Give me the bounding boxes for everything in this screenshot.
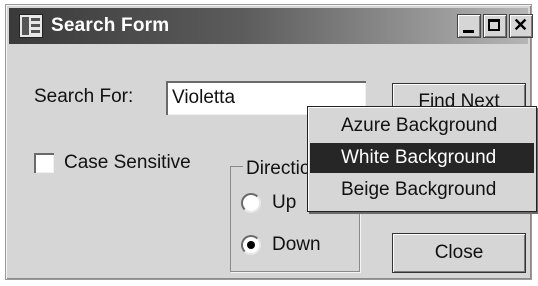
direction-down-label: Down — [272, 234, 321, 255]
close-window-button[interactable] — [509, 14, 533, 38]
minimize-button[interactable] — [457, 14, 481, 38]
menu-item-azure-background[interactable]: Azure Background — [310, 111, 534, 141]
menu-item-white-background[interactable]: White Background — [310, 143, 534, 173]
title-bar[interactable]: Search Form — [9, 8, 533, 44]
direction-down-radio[interactable] — [241, 235, 261, 255]
close-button[interactable]: Close — [392, 233, 526, 273]
direction-up-label: Up — [272, 192, 297, 213]
search-for-label: Search For: — [34, 86, 134, 107]
direction-up-radio[interactable] — [241, 193, 261, 213]
menu-item-beige-background[interactable]: Beige Background — [310, 175, 534, 205]
case-sensitive-label: Case Sensitive — [64, 152, 191, 173]
window-title: Search Form — [51, 15, 170, 36]
case-sensitive-checkbox[interactable] — [34, 153, 54, 173]
background-context-menu: Azure Background White Background Beige … — [307, 106, 537, 212]
form-icon — [19, 14, 43, 38]
maximize-button[interactable] — [483, 14, 507, 38]
